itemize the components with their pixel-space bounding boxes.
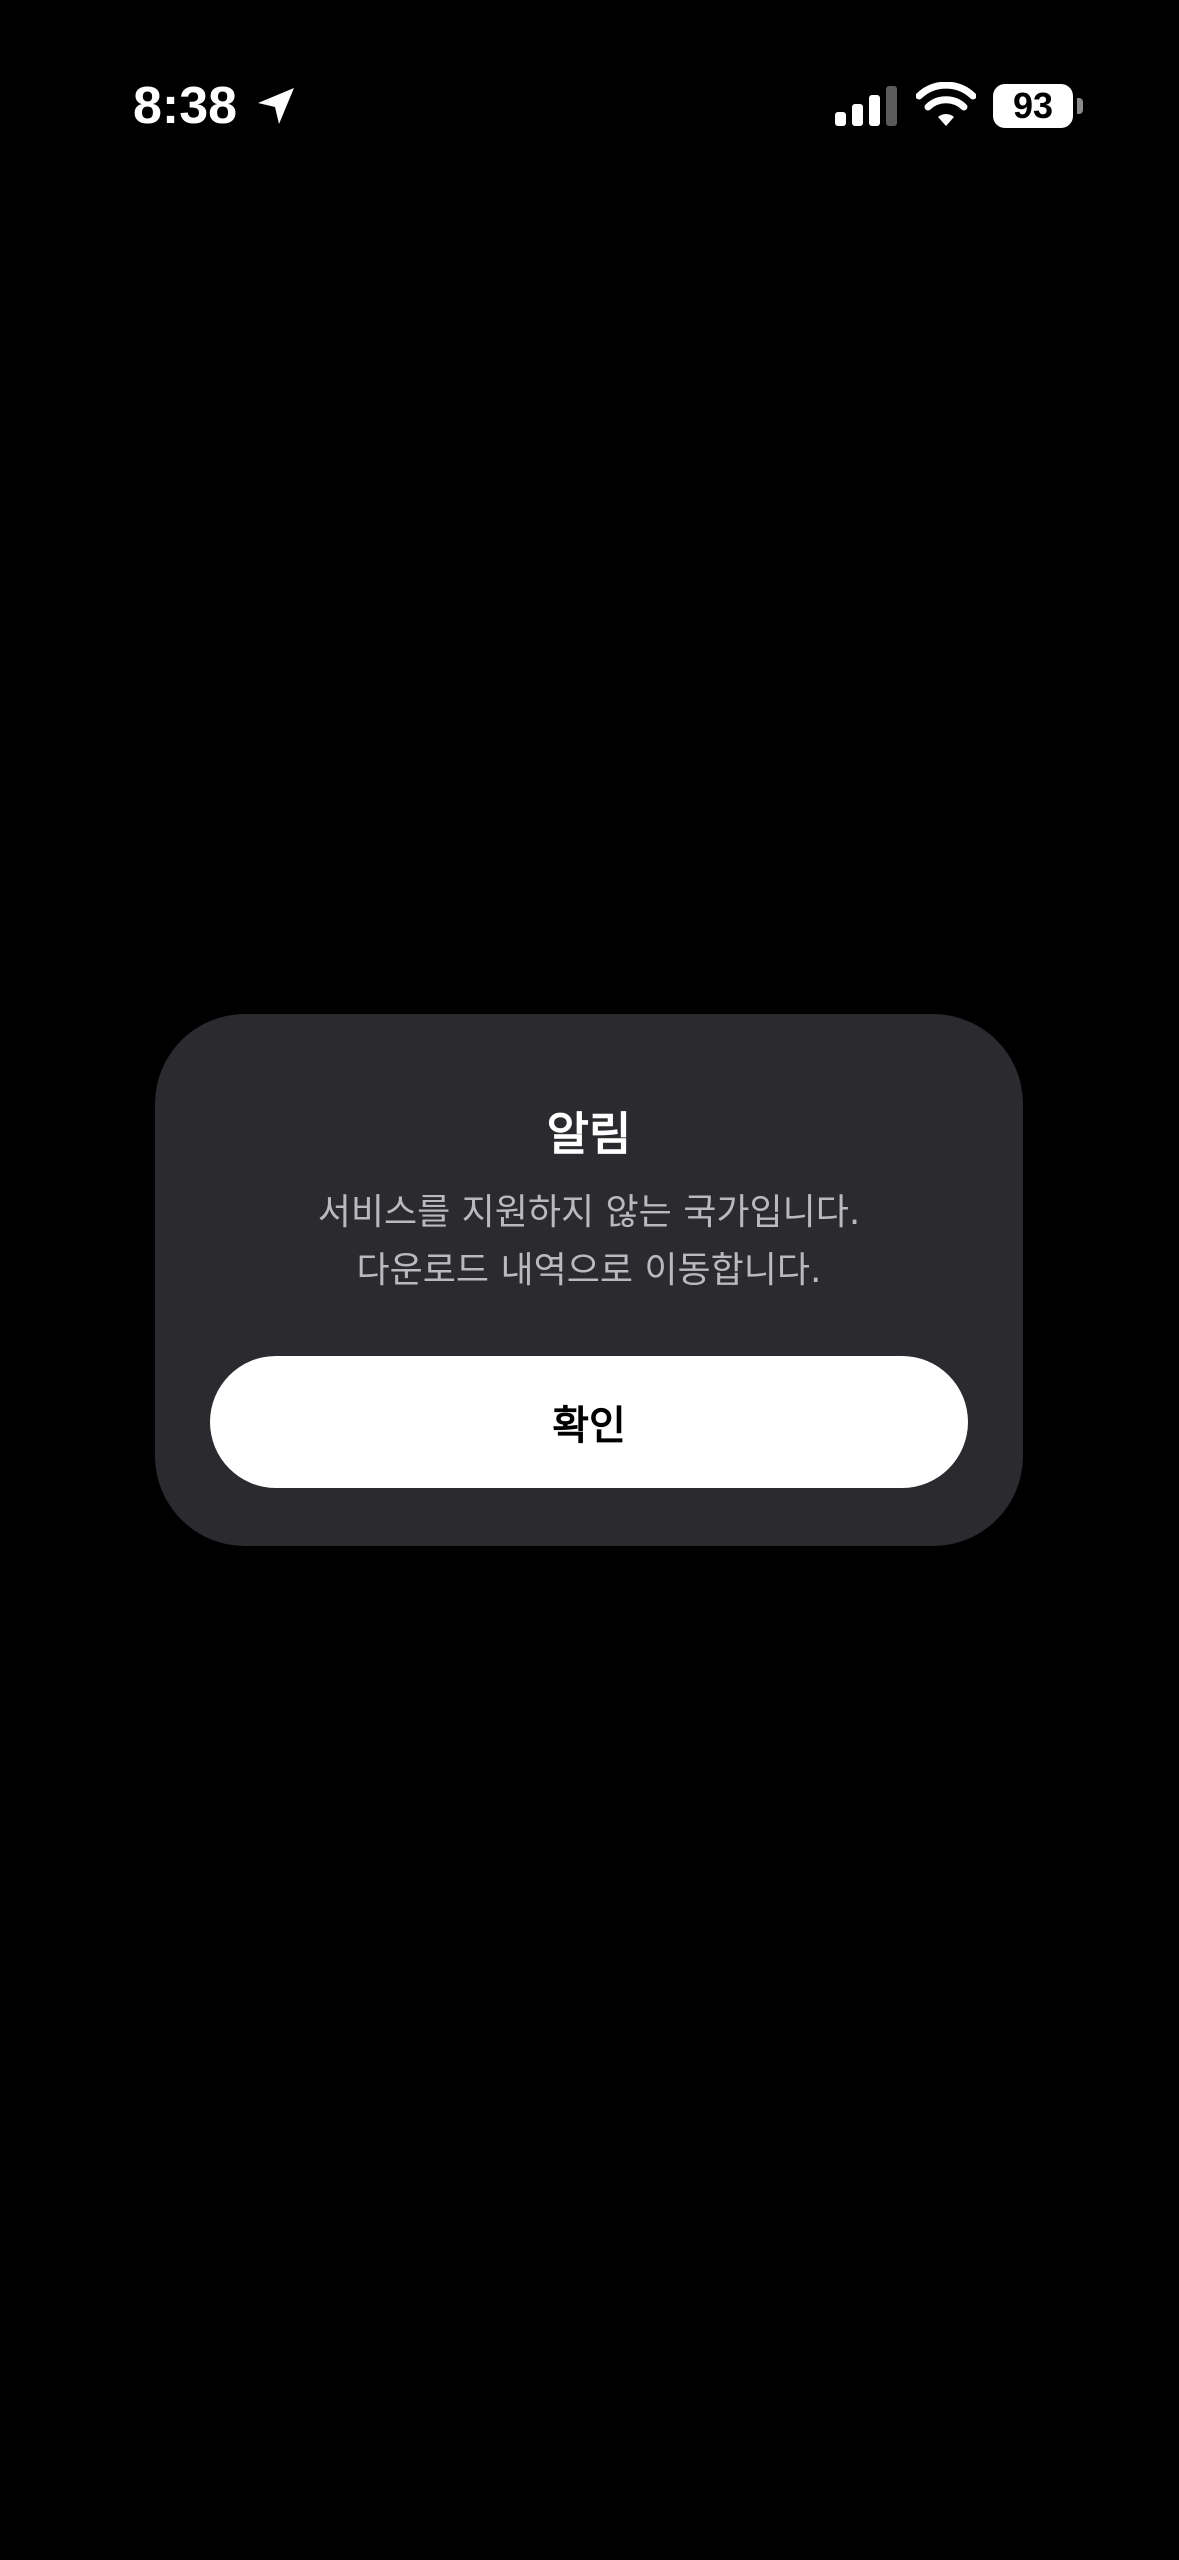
location-arrow-icon [258,88,294,124]
alert-title: 알림 [546,1107,632,1161]
status-time: 8:38 [133,77,238,135]
battery-cap [1077,98,1083,114]
confirm-button[interactable]: 확인 [210,1356,968,1488]
battery-body: 93 [993,84,1073,128]
alert-message-line-2: 다운로드 내역으로 이동합니다. [356,1250,822,1291]
alert-message-line-1: 서비스를 지원하지 않는 국가입니다. [317,1192,861,1233]
battery-level: 93 [1012,85,1054,126]
alert-message: 서비스를 지원하지 않는 국가입니다. 다운로드 내역으로 이동합니다. [155,1184,1023,1300]
battery-icon: 93 [993,84,1083,128]
status-bar: 8:38 93 [0,0,1179,160]
alert-dialog: 알림 서비스를 지원하지 않는 국가입니다. 다운로드 내역으로 이동합니다. … [155,1014,1023,1546]
wifi-icon [916,82,976,126]
cellular-signal-icon [835,86,897,126]
